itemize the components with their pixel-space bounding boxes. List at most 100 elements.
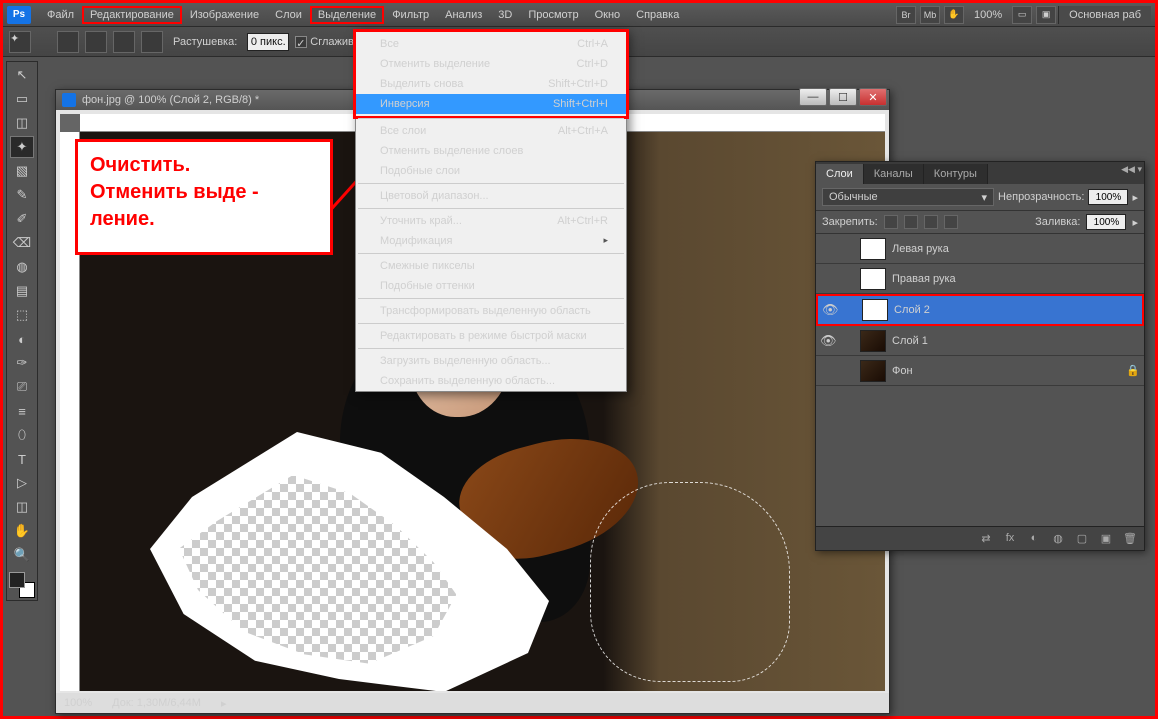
arrange-icon[interactable]: ▭ [1012,6,1032,24]
menu-item--[interactable]: Выделить сноваShift+Ctrl+D [356,74,626,94]
menu-help[interactable]: Справка [628,6,687,24]
tool-5[interactable]: ✎ [10,184,34,206]
feather-input[interactable] [247,33,289,51]
menu-item--[interactable]: Подобные оттенки [356,276,626,296]
layer-name[interactable]: Левая рука [892,243,1140,255]
layer-name[interactable]: Правая рука [892,273,1140,285]
minimize-button[interactable]: — [799,88,827,106]
layer-name[interactable]: Фон [892,365,1120,377]
menu-item--[interactable]: Отменить выделениеCtrl+D [356,54,626,74]
layer-row[interactable]: Фон🔒 [816,356,1144,386]
visibility-icon[interactable]: 👁 [822,302,838,318]
sel-sub-icon[interactable] [113,31,135,53]
lock-paint-icon[interactable] [904,215,918,229]
lock-trans-icon[interactable] [884,215,898,229]
menu-item--[interactable]: Подобные слои [356,161,626,181]
layer-row[interactable]: Левая рука [816,234,1144,264]
visibility-icon[interactable] [820,241,836,257]
hand-icon[interactable]: ✋ [944,6,964,24]
mask-icon[interactable]: ◐ [1026,532,1042,546]
tool-13[interactable]: ⎚ [10,376,34,398]
sel-new-icon[interactable] [57,31,79,53]
menu-window[interactable]: Окно [587,6,629,24]
tool-6[interactable]: ✐ [10,208,34,230]
status-docinfo[interactable]: Док: 1,30M/6,44M [112,697,201,709]
layer-row[interactable]: 👁 Слой 2 [816,294,1144,326]
trash-icon[interactable]: 🗑 [1122,532,1138,546]
close-button[interactable]: ✕ [859,88,887,106]
layer-row[interactable]: 👁 Слой 1 [816,326,1144,356]
layer-name[interactable]: Слой 2 [894,304,1138,316]
status-zoom[interactable]: 100% [64,697,92,709]
menu-item--[interactable]: Отменить выделение слоев [356,141,626,161]
panel-collapse-icon[interactable]: ◀◀ ▾ [1121,164,1142,175]
maximize-button[interactable]: ☐ [829,88,857,106]
tool-1[interactable]: ▭ [10,88,34,110]
menu-item--[interactable]: Редактировать в режиме быстрой маски [356,326,626,346]
tool-12[interactable]: ✑ [10,352,34,374]
tool-4[interactable]: ▧ [10,160,34,182]
lasso-preset-icon[interactable]: ✦ [9,31,31,53]
visibility-icon[interactable]: 👁 [820,333,836,349]
workspace-label[interactable]: Основная раб [1058,6,1151,24]
menu-file[interactable]: Файл [39,6,82,24]
fx-icon[interactable]: fx [1002,532,1018,546]
foreground-background-swatch[interactable] [9,572,35,598]
menu-item--[interactable]: ВсеCtrl+A [356,34,626,54]
menu-image[interactable]: Изображение [182,6,267,24]
lock-pos-icon[interactable] [924,215,938,229]
tool-0[interactable]: ↖ [10,64,34,86]
menu-edit[interactable]: Редактирование [82,6,182,24]
tool-8[interactable]: ◍ [10,256,34,278]
tool-16[interactable]: T [10,448,34,470]
tool-20[interactable]: 🔍 [10,544,34,566]
visibility-icon[interactable] [820,271,836,287]
layer-row[interactable]: Правая рука [816,264,1144,294]
br-icon[interactable]: Br [896,6,916,24]
tool-3[interactable]: ✦ [10,136,34,158]
menu-select[interactable]: Выделение [310,6,384,24]
menu-item--[interactable]: Трансформировать выделенную область [356,301,626,321]
tool-9[interactable]: ▤ [10,280,34,302]
screen-icon[interactable]: ▣ [1036,6,1056,24]
tool-7[interactable]: ⌫ [10,232,34,254]
mb-icon[interactable]: Mb [920,6,940,24]
link-icon[interactable]: ⇄ [978,532,994,546]
menu-item--[interactable]: Цветовой диапазон... [356,186,626,206]
tool-17[interactable]: ▷ [10,472,34,494]
menu-view[interactable]: Просмотр [520,6,586,24]
tool-2[interactable]: ◫ [10,112,34,134]
sel-add-icon[interactable] [85,31,107,53]
folder-icon[interactable]: ▢ [1074,532,1090,546]
tab-layers[interactable]: Слои [816,164,864,184]
tool-10[interactable]: ⬚ [10,304,34,326]
adjust-icon[interactable]: ◍ [1050,532,1066,546]
menu-analysis[interactable]: Анализ [437,6,490,24]
zoom-display[interactable]: 100% [966,9,1010,21]
menu-item--[interactable]: ИнверсияShift+Ctrl+I [356,94,626,114]
tab-paths[interactable]: Контуры [924,164,988,184]
new-layer-icon[interactable]: ▣ [1098,532,1114,546]
blend-mode-select[interactable]: Обычные▾ [822,188,994,206]
fill-input[interactable] [1086,214,1126,230]
tool-14[interactable]: ≡ [10,400,34,422]
menu-item--[interactable]: Модификация [356,231,626,251]
menu-layers[interactable]: Слои [267,6,310,24]
menu-3d[interactable]: 3D [490,6,520,24]
menu-filter[interactable]: Фильтр [384,6,437,24]
layer-name[interactable]: Слой 1 [892,335,1140,347]
menu-item--[interactable]: Загрузить выделенную область... [356,351,626,371]
sel-int-icon[interactable] [141,31,163,53]
lock-all-icon[interactable] [944,215,958,229]
tab-channels[interactable]: Каналы [864,164,924,184]
menu-item--[interactable]: Смежные пикселы [356,256,626,276]
tool-15[interactable]: ⬯ [10,424,34,446]
menu-item--[interactable]: Уточнить край...Alt+Ctrl+R [356,211,626,231]
visibility-icon[interactable] [820,363,836,379]
menu-item--[interactable]: Все слоиAlt+Ctrl+A [356,121,626,141]
tool-18[interactable]: ◫ [10,496,34,518]
opacity-input[interactable] [1088,189,1128,205]
tool-19[interactable]: ✋ [10,520,34,542]
menu-item--[interactable]: Сохранить выделенную область... [356,371,626,391]
tool-11[interactable]: ◐ [10,328,34,350]
